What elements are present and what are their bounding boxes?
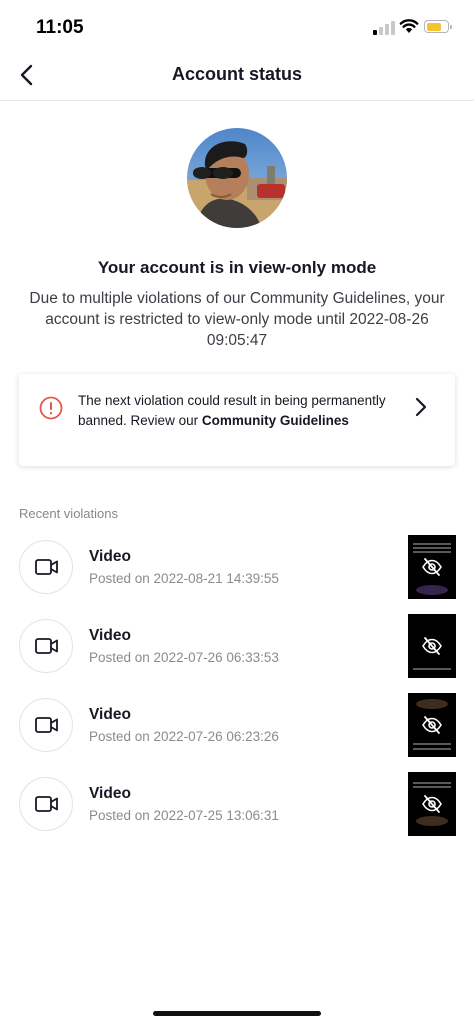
violation-type: Video (89, 548, 131, 565)
wifi-icon (399, 19, 419, 33)
video-type-badge (19, 619, 73, 673)
violation-thumbnail[interactable] (408, 772, 456, 836)
hidden-eye-icon (422, 637, 442, 655)
video-type-badge (19, 777, 73, 831)
violation-date: Posted on 2022-07-25 13:06:31 (89, 808, 279, 823)
battery-icon (424, 20, 452, 33)
video-camera-icon (35, 638, 58, 654)
violation-thumbnail[interactable] (408, 614, 456, 678)
video-type-badge (19, 698, 73, 752)
warning-card[interactable]: The next violation could result in being… (19, 374, 455, 466)
violation-type: Video (89, 706, 131, 723)
violation-row[interactable]: Video Posted on 2022-08-21 14:39:55 (0, 535, 474, 614)
restriction-headline: Your account is in view-only mode (97, 258, 377, 277)
violation-thumbnail[interactable] (408, 535, 456, 599)
video-camera-icon (35, 717, 58, 733)
violation-type: Video (89, 785, 131, 802)
video-camera-icon (35, 796, 58, 812)
page-title: Account status (171, 64, 303, 84)
warning-circle-icon (39, 396, 63, 420)
violation-date: Posted on 2022-07-26 06:23:26 (89, 729, 279, 744)
violation-date: Posted on 2022-07-26 06:33:53 (89, 650, 279, 665)
status-time: 11:05 (36, 17, 84, 38)
hidden-eye-icon (422, 558, 442, 576)
hidden-eye-icon (422, 795, 442, 813)
video-type-badge (19, 540, 73, 594)
home-indicator[interactable] (153, 1011, 321, 1016)
violation-row[interactable]: Video Posted on 2022-07-26 06:23:26 (0, 693, 474, 772)
status-bar: 11:05 (0, 0, 474, 50)
avatar (187, 128, 287, 228)
violation-row[interactable]: Video Posted on 2022-07-26 06:33:53 (0, 614, 474, 693)
warning-message: The next violation could result in being… (78, 391, 388, 430)
cellular-signal-icon (373, 21, 395, 35)
restriction-description: Due to multiple violations of our Commun… (29, 290, 445, 349)
video-camera-icon (35, 559, 58, 575)
community-guidelines-link[interactable]: Community Guidelines (202, 413, 349, 428)
recent-violations-label: Recent violations (19, 506, 118, 521)
violation-date: Posted on 2022-08-21 14:39:55 (89, 571, 279, 586)
violation-thumbnail[interactable] (408, 693, 456, 757)
violation-type: Video (89, 627, 131, 644)
hidden-eye-icon (422, 716, 442, 734)
violations-list: Video Posted on 2022-08-21 14:39:55 Vide… (0, 535, 474, 851)
violation-row[interactable]: Video Posted on 2022-07-25 13:06:31 (0, 772, 474, 851)
nav-header: Account status (0, 50, 474, 101)
chevron-right-icon[interactable] (413, 395, 429, 419)
